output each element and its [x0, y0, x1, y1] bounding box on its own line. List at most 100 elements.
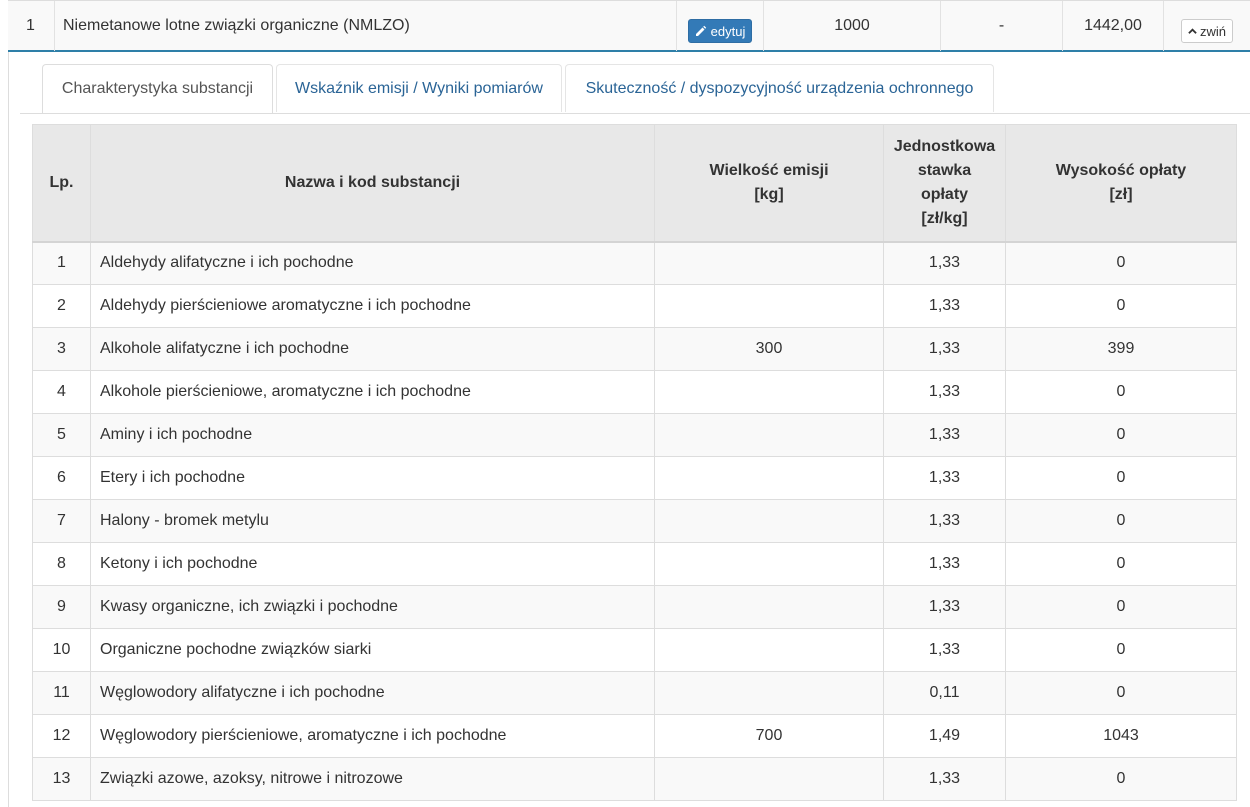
cell-rate: 1,33	[883, 456, 1006, 500]
cell-lp: 10	[32, 628, 91, 672]
cell-fee: 0	[1005, 413, 1237, 457]
table-row: 6 Etery i ich pochodne 1,33 0	[32, 456, 1237, 500]
cell-substance-name: Alkohole pierścieniowe, aromatyczne i ic…	[90, 370, 655, 414]
cell-emission	[654, 671, 884, 715]
cell-substance-name: Organiczne pochodne związków siarki	[90, 628, 655, 672]
cell-substance-name: Ketony i ich pochodne	[90, 542, 655, 586]
table-row: 8 Ketony i ich pochodne 1,33 0	[32, 542, 1237, 586]
cell-emission	[654, 456, 884, 500]
table-row: 7 Halony - bromek metylu 1,33 0	[32, 499, 1237, 543]
cell-lp: 9	[32, 585, 91, 629]
header-name: Nazwa i kod substancji	[90, 124, 655, 243]
cell-fee: 0	[1005, 757, 1237, 801]
cell-emission	[654, 499, 884, 543]
cell-substance-name: Etery i ich pochodne	[90, 456, 655, 500]
tab-bar: Charakterystyka substancji Wskaźnik emis…	[20, 64, 1250, 114]
cell-emission	[654, 585, 884, 629]
cell-fee: 0	[1005, 628, 1237, 672]
cell-lp: 1	[32, 241, 91, 285]
table-row: 12 Węglowodory pierścieniowe, aromatyczne…	[32, 714, 1237, 758]
cell-rate: 1,33	[883, 241, 1006, 285]
collapse-button[interactable]: zwiń	[1180, 19, 1233, 43]
cell-rate: 1,33	[883, 757, 1006, 801]
cell-lp: 8	[32, 542, 91, 586]
cell-rate: 1,49	[883, 714, 1006, 758]
cell-rate: 1,33	[883, 542, 1006, 586]
cell-rate: 1,33	[883, 413, 1006, 457]
edit-cell: edytuj	[676, 1, 763, 51]
group-dash: -	[940, 1, 1062, 51]
chevron-up-icon	[1188, 27, 1197, 34]
cell-fee: 0	[1005, 241, 1237, 285]
edit-button-label: edytuj	[710, 23, 746, 39]
cell-emission	[654, 757, 884, 801]
cell-substance-name: Związki azowe, azoksy, nitrowe i nitrozo…	[90, 757, 655, 801]
table-row: 4 Alkohole pierścieniowe, aromatyczne i i…	[32, 370, 1237, 414]
cell-substance-name: Węglowodory pierścieniowe, aromatyczne i…	[90, 714, 655, 758]
cell-lp: 12	[32, 714, 91, 758]
cell-rate: 1,33	[883, 499, 1006, 543]
table-row: 9 Kwasy organiczne, ich związki i pochodn…	[32, 585, 1237, 629]
header-lp: Lp.	[32, 124, 91, 243]
cell-fee: 0	[1005, 671, 1237, 715]
cell-rate: 1,33	[883, 327, 1006, 371]
cell-substance-name: Węglowodory alifatyczne i ich pochodne	[90, 671, 655, 715]
cell-lp: 13	[32, 757, 91, 801]
cell-fee: 1043	[1005, 714, 1237, 758]
cell-rate: 1,33	[883, 585, 1006, 629]
table-row: 3 Alkohole alifatyczne i ich pochodne 300 1…	[32, 327, 1237, 371]
cell-lp: 3	[32, 327, 91, 371]
cell-substance-name: Halony - bromek metylu	[90, 499, 655, 543]
pencil-icon	[695, 25, 706, 36]
cell-lp: 4	[32, 370, 91, 414]
table-row: 2 Aldehydy pierścieniowe aromatyczne i ic…	[32, 284, 1237, 328]
cell-lp: 2	[32, 284, 91, 328]
cell-rate: 1,33	[883, 284, 1006, 328]
tab-characteristics[interactable]: Charakterystyka substancji	[42, 64, 273, 113]
cell-substance-name: Kwasy organiczne, ich związki i pochodne	[90, 585, 655, 629]
left-guide-line	[8, 52, 9, 807]
table-row: 10 Organiczne pochodne związków siarki 1,3…	[32, 628, 1237, 672]
cell-fee: 0	[1005, 456, 1237, 500]
cell-lp: 7	[32, 499, 91, 543]
table-row: 11 Węglowodory alifatyczne i ich pochodne…	[32, 671, 1237, 715]
cell-emission	[654, 284, 884, 328]
cell-rate: 0,11	[883, 671, 1006, 715]
cell-substance-name: Alkohole alifatyczne i ich pochodne	[90, 327, 655, 371]
cell-substance-name: Aminy i ich pochodne	[90, 413, 655, 457]
row-number: 1	[26, 17, 35, 34]
cell-lp: 11	[32, 671, 91, 715]
table-row: 13 Związki azowe, azoksy, nitrowe i nitro…	[32, 757, 1237, 801]
edit-button[interactable]: edytuj	[687, 19, 753, 43]
group-fee-sum: 1442,00	[1062, 1, 1163, 51]
cell-fee: 399	[1005, 327, 1237, 371]
header-rate: Jednostkowa stawka opłaty [zł/kg]	[883, 124, 1006, 243]
cell-emission	[654, 241, 884, 285]
collapse-cell: zwiń	[1163, 1, 1250, 51]
cell-rate: 1,33	[883, 370, 1006, 414]
cell-fee: 0	[1005, 284, 1237, 328]
cell-emission	[654, 370, 884, 414]
cell-substance-name: Aldehydy pierścieniowe aromatyczne i ich…	[90, 284, 655, 328]
header-emission: Wielkość emisji [kg]	[654, 124, 884, 243]
cell-emission	[654, 542, 884, 586]
tab-protective-device[interactable]: Skuteczność / dyspozycyjność urządzenia …	[565, 64, 994, 112]
table-row: 5 Aminy i ich pochodne 1,33 0	[32, 413, 1237, 457]
cell-fee: 0	[1005, 370, 1237, 414]
cell-emission	[654, 628, 884, 672]
cell-emission: 700	[654, 714, 884, 758]
cell-substance-name: Aldehydy alifatyczne i ich pochodne	[90, 241, 655, 285]
substance-group-row: 1 Niemetanowe lotne związki organiczne (…	[8, 0, 1250, 52]
cell-fee: 0	[1005, 499, 1237, 543]
tab-emission-factor[interactable]: Wskaźnik emisji / Wyniki pomiarów	[276, 64, 562, 112]
cell-fee: 0	[1005, 585, 1237, 629]
table-row: 1 Aldehydy alifatyczne i ich pochodne 1,33…	[32, 241, 1237, 285]
substances-table: Lp. Nazwa i kod substancji Wielkość emis…	[32, 124, 1237, 801]
cell-rate: 1,33	[883, 628, 1006, 672]
cell-lp: 5	[32, 413, 91, 457]
cell-emission: 300	[654, 327, 884, 371]
group-value: 1000	[763, 1, 940, 51]
cell-fee: 0	[1005, 542, 1237, 586]
cell-emission	[654, 413, 884, 457]
table-header-row: Lp. Nazwa i kod substancji Wielkość emis…	[32, 124, 1237, 243]
